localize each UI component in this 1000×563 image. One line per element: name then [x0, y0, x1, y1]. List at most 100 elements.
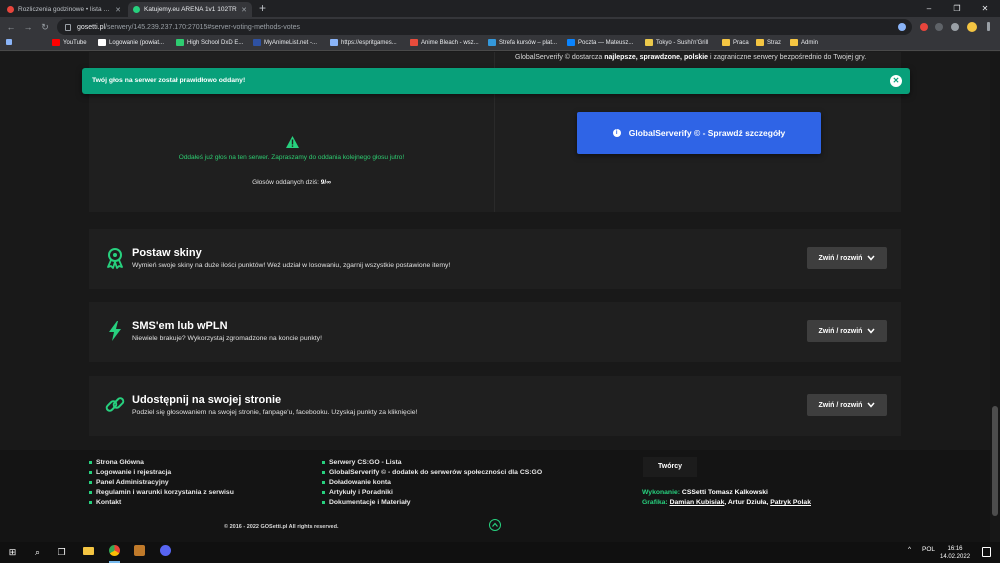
language-indicator[interactable]: POL — [922, 546, 935, 553]
credit-grafika: Grafika: Damian Kubisiak, Artur Dziuła, … — [642, 499, 811, 506]
windows-start-icon[interactable]: ⊞ — [5, 545, 20, 560]
browser-toolbar: ← → ↻ gosetti.pl /serwery/145.239.237.17… — [0, 17, 1000, 37]
toggle-button-label: Zwiń / rozwiń — [818, 401, 863, 409]
bookmark-item[interactable]: Poczta — Mateusz... — [567, 39, 633, 46]
file-explorer-icon[interactable] — [81, 545, 96, 560]
apps-icon[interactable] — [6, 39, 12, 45]
maximize-button[interactable]: ❐ — [943, 0, 971, 17]
lock-icon — [65, 23, 71, 31]
youtube-icon — [52, 39, 60, 46]
footer-link[interactable]: Serwery CS:GO - Lista — [322, 457, 542, 467]
profile-avatar-icon[interactable] — [967, 22, 977, 32]
browser-tab-active[interactable]: Katujemy.eu ARENA 1v1 102TR ✕ — [128, 2, 252, 17]
credit-link[interactable]: Damian Kubisiak — [670, 499, 725, 506]
address-bar[interactable]: gosetti.pl /serwery/145.239.237.170:2701… — [57, 19, 912, 35]
tab-title: Rozliczenia godzinowe • lista wa — [18, 6, 112, 13]
section-title: SMS'em lub wPLN — [132, 320, 228, 332]
folder-icon — [790, 39, 798, 46]
bookmark-star-icon[interactable] — [898, 23, 906, 31]
bookmark-folder[interactable]: Admin — [790, 39, 818, 46]
bookmark-icon — [410, 39, 418, 46]
bookmark-item[interactable]: Anime Bleach - wsz... — [410, 39, 479, 46]
app-icon[interactable] — [132, 545, 147, 560]
section-description: Podziel się głosowaniem na swojej stroni… — [132, 409, 418, 416]
discord-icon[interactable] — [158, 545, 173, 560]
tab-close-icon[interactable]: ✕ — [241, 6, 247, 14]
toggle-button[interactable]: Zwiń / rozwiń — [807, 320, 887, 342]
chevron-up-icon — [492, 522, 498, 527]
taskbar-clock[interactable]: 16:16 14.02.2022 — [940, 545, 970, 561]
alert-message: Twój głos na serwer został prawidłowo od… — [92, 77, 246, 84]
bookmark-folder[interactable]: Praca — [722, 39, 749, 46]
url-host: gosetti.pl — [77, 23, 106, 31]
toggle-button-label: Zwiń / rozwiń — [818, 254, 863, 262]
footer-link[interactable]: GlobalServerify © - dodatek do serwerów … — [322, 467, 542, 477]
minimize-button[interactable]: – — [915, 0, 943, 17]
footer-link[interactable]: Artykuły i Poradniki — [322, 487, 542, 497]
footer-link[interactable]: Dokumentacje i Materiały — [322, 497, 542, 507]
bookmark-icon — [98, 39, 106, 46]
browser-tab[interactable]: Rozliczenia godzinowe • lista wa ✕ — [2, 2, 126, 17]
new-tab-button[interactable]: + — [259, 2, 266, 15]
section-title: Postaw skiny — [132, 247, 202, 259]
bookmarks-bar: YouTube Logowanie (powiat... High School… — [0, 37, 1000, 51]
scrollbar-thumb[interactable] — [992, 406, 998, 516]
footer-link[interactable]: Doładowanie konta — [322, 477, 542, 487]
scroll-to-top-button[interactable] — [489, 519, 501, 531]
chevron-down-icon — [867, 255, 876, 261]
extension-icon[interactable] — [935, 23, 943, 31]
success-alert: Twój głos na serwer został prawidłowo od… — [82, 68, 910, 94]
tab-favicon-icon — [7, 6, 14, 13]
bookmark-item[interactable]: Strefa kursów – plat... — [488, 39, 557, 46]
globalserverify-button[interactable]: i GlobalServerify © - Sprawdź szczegóły — [577, 112, 821, 154]
bookmark-folder[interactable]: Straz — [756, 39, 781, 46]
extensions-puzzle-icon[interactable] — [951, 23, 959, 31]
close-window-button[interactable]: ✕ — [971, 0, 999, 17]
forward-icon[interactable]: → — [21, 20, 35, 34]
already-voted-message: Oddałeś już głos na ten serwer. Zaprasza… — [178, 154, 405, 161]
page-content: GlobalServerify © dostarcza najlepsze, s… — [0, 52, 990, 542]
section-sms-wpln: SMS'em lub wPLN Niewiele brakuje? Wykorz… — [89, 302, 901, 362]
folder-icon — [756, 39, 764, 46]
footer-links-col1: Strona Główna Logowanie i rejestracja Pa… — [89, 457, 234, 507]
windows-taskbar: ⊞ ⌕ ❐ ^ POL 16:16 14.02.2022 — [0, 542, 1000, 563]
info-icon: i — [612, 129, 621, 137]
credit-link[interactable]: Patryk Polak — [770, 499, 811, 506]
search-icon[interactable]: ⌕ — [30, 545, 45, 560]
browser-tab-bar: Rozliczenia godzinowe • lista wa ✕ Katuj… — [0, 0, 1000, 17]
toggle-button[interactable]: Zwiń / rozwiń — [807, 394, 887, 416]
menu-kebab-icon[interactable] — [987, 22, 990, 31]
footer: Strona Główna Logowanie i rejestracja Pa… — [0, 450, 990, 542]
back-icon[interactable]: ← — [4, 20, 18, 34]
globalserverify-button-label: GlobalServerify © - Sprawdź szczegóły — [628, 128, 786, 138]
chevron-down-icon — [867, 402, 876, 408]
votes-today: Głosów oddanych dziś: 9/∞ — [252, 179, 331, 186]
bookmark-icon — [253, 39, 261, 46]
footer-link[interactable]: Strona Główna — [89, 457, 234, 467]
chrome-icon[interactable] — [107, 545, 122, 563]
bookmark-item[interactable]: High School DxD E... — [176, 39, 243, 46]
toggle-button[interactable]: Zwiń / rozwiń — [807, 247, 887, 269]
bookmark-item[interactable]: Logowanie (powiat... — [98, 39, 164, 46]
bookmark-item[interactable]: MyAnimeList.net -... — [253, 39, 317, 46]
promo-text: GlobalServerify © dostarcza najlepsze, s… — [515, 54, 867, 61]
extension-icon[interactable] — [920, 23, 928, 31]
reload-icon[interactable]: ↻ — [38, 20, 52, 34]
section-description: Wymień swoje skiny na duże ilości punktó… — [132, 262, 451, 269]
close-icon[interactable]: ✕ — [890, 75, 902, 87]
footer-link[interactable]: Panel Administracyjny — [89, 477, 234, 487]
tray-chevron-icon[interactable]: ^ — [908, 546, 911, 553]
bookmark-item[interactable]: YouTube — [52, 39, 87, 46]
page-scrollbar[interactable] — [990, 52, 1000, 542]
bookmark-item[interactable]: Tokyo - Sushi'n'Grill — [645, 39, 708, 46]
footer-link[interactable]: Regulamin i warunki korzystania z serwis… — [89, 487, 234, 497]
bookmark-item[interactable]: https://espritgames... — [330, 39, 397, 46]
footer-link[interactable]: Kontakt — [89, 497, 234, 507]
folder-icon — [722, 39, 730, 46]
tab-close-icon[interactable]: ✕ — [115, 6, 121, 14]
bookmark-icon — [176, 39, 184, 46]
chevron-down-icon — [867, 328, 876, 334]
footer-link[interactable]: Logowanie i rejestracja — [89, 467, 234, 477]
notifications-icon[interactable] — [982, 547, 991, 557]
task-view-icon[interactable]: ❐ — [54, 545, 69, 560]
